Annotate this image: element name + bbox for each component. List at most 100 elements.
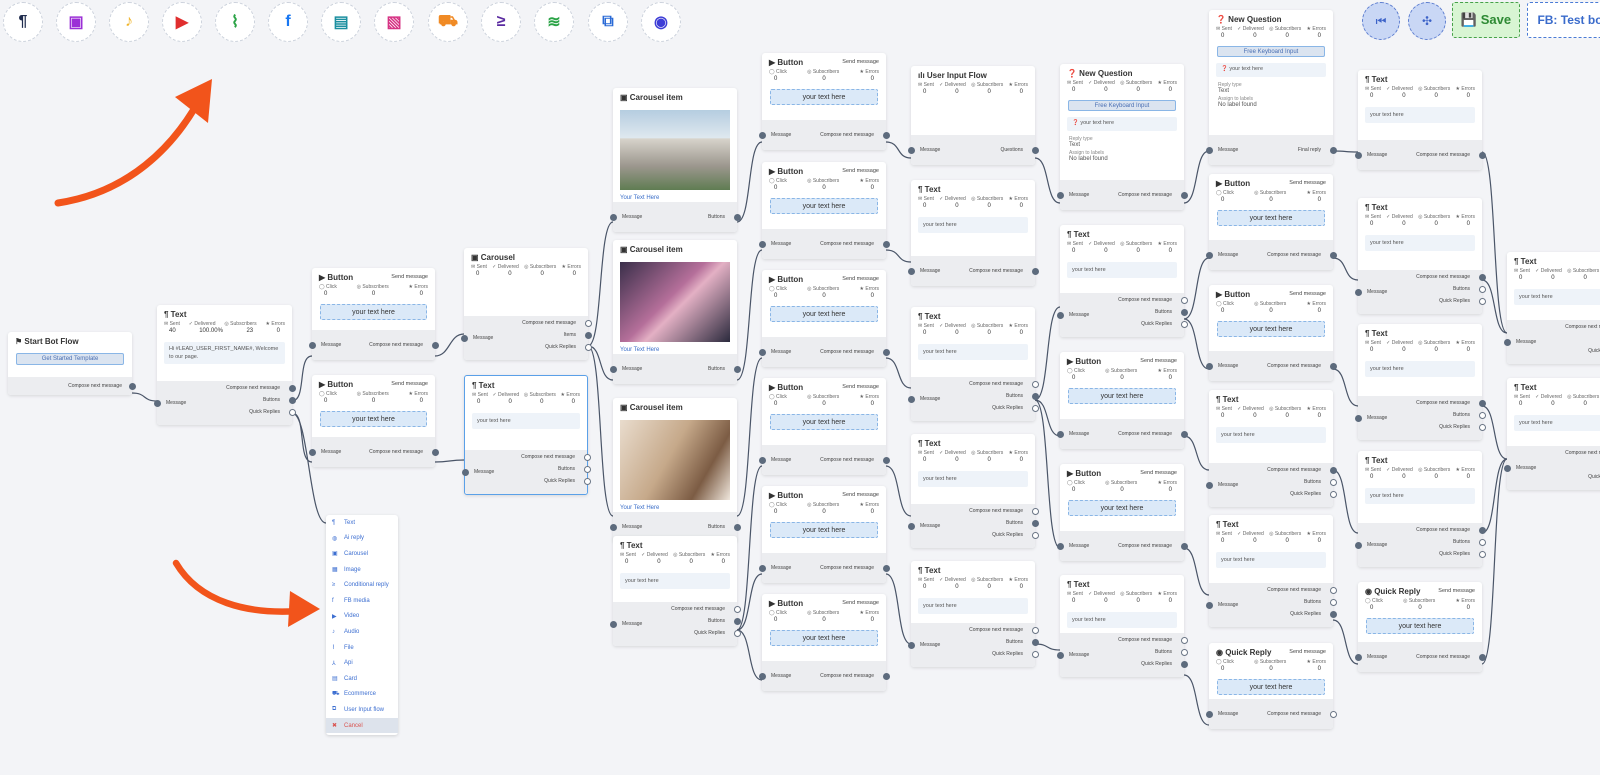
button-chip[interactable]: your text here [1217, 321, 1325, 337]
input-port[interactable] [1354, 151, 1362, 159]
output-port[interactable] [1031, 650, 1039, 658]
text-node[interactable]: ¶ Text✉ Sent✓ Delivered◎ Subscribers★ Er… [1205, 390, 1337, 507]
text-node[interactable]: ¶ Text✉ Sent✓ Delivered◎ Subscribers★ Er… [907, 180, 1039, 286]
output-port[interactable] [1031, 404, 1039, 412]
start-node[interactable]: ⚑ Start Bot Flow Get Started Template Comp… [8, 332, 136, 395]
output-port[interactable] [584, 331, 592, 339]
output-port[interactable] [584, 343, 592, 351]
toolbar-button[interactable]: ⌇ [215, 2, 255, 42]
output-port[interactable] [288, 396, 296, 404]
button-chip[interactable]: your text here [1217, 210, 1325, 226]
output-port[interactable] [733, 213, 741, 221]
text-node[interactable]: ¶ Text✉ Sent✓ Delivered◎ Subscribers★ Er… [153, 305, 296, 425]
input-port[interactable] [609, 620, 617, 628]
ci-node[interactable]: ▣ Carousel item Message Buttons Your Text H… [609, 398, 741, 542]
toolbar-button[interactable]: ≥ [481, 2, 521, 42]
output-port[interactable] [1478, 285, 1486, 293]
output-port[interactable] [1478, 399, 1486, 407]
output-port[interactable] [1329, 586, 1337, 594]
ci-node[interactable]: ▣ Carousel item Message Buttons Your Text H… [609, 240, 741, 384]
free-keyboard-button[interactable]: Free Keyboard Input [1068, 100, 1176, 111]
input-port[interactable] [609, 365, 617, 373]
text-node[interactable]: ¶ Text✉ Sent✓ Delivered◎ Subscribers★ Er… [609, 536, 741, 646]
bot-selector[interactable]: FB: Test bot [1527, 2, 1600, 38]
input-port[interactable] [1354, 414, 1362, 422]
button-node[interactable]: ▶ Button Send message ◯ Click ◎ Subscribers… [758, 594, 890, 691]
center-view-button[interactable]: ✣ [1408, 2, 1446, 40]
ui-node[interactable]: ılı User Input Flow ✉ Sent ✓ Delivered ◎ Su… [907, 66, 1039, 165]
output-port[interactable] [1031, 392, 1039, 400]
output-port[interactable] [1031, 380, 1039, 388]
input-port[interactable] [907, 146, 915, 154]
output-port[interactable] [1180, 320, 1188, 328]
output-port[interactable] [1180, 660, 1188, 668]
menu-item-conditional-reply[interactable]: ≥ Conditional reply [326, 577, 398, 593]
output-port[interactable] [1329, 598, 1337, 606]
output-port[interactable] [1031, 626, 1039, 634]
text-node[interactable]: ¶ Text✉ Sent✓ Delivered◎ Subscribers★ Er… [1503, 378, 1600, 490]
menu-item-audio[interactable]: ♪ Audio [326, 624, 398, 640]
input-port[interactable] [609, 523, 617, 531]
input-port[interactable] [1205, 710, 1213, 718]
text-node[interactable]: ¶ Text✉ Sent✓ Delivered◎ Subscribers★ Er… [461, 375, 591, 495]
input-port[interactable] [1205, 146, 1213, 154]
output-port[interactable] [1180, 648, 1188, 656]
button-chip[interactable]: your text here [770, 306, 878, 322]
get-started-button[interactable]: Get Started Template [16, 353, 124, 365]
output-port[interactable] [1478, 653, 1486, 661]
button-node[interactable]: ▶ Button Send message ◯ Click ◎ Subscribers… [758, 270, 890, 367]
text-node[interactable]: ¶ Text✉ Sent✓ Delivered◎ Subscribers★ Er… [1503, 252, 1600, 364]
ci-node[interactable]: ▣ Carousel item Message Buttons Your Text H… [609, 88, 741, 232]
toolbar-button[interactable]: f [268, 2, 308, 42]
output-port[interactable] [1180, 542, 1188, 550]
nq-node[interactable]: ❓ New Question ✉ Sent ✓ Delivered ◎ Subscri… [1056, 64, 1188, 210]
input-port[interactable] [758, 456, 766, 464]
output-port[interactable] [1329, 362, 1337, 370]
menu-item-image[interactable]: ▦ Image [326, 562, 398, 578]
menu-item-user-input-flow[interactable]: ⧉ User Input flow [326, 702, 398, 718]
button-node[interactable]: ▶ Button Send message ◯ Click ◎ Subscribers… [758, 162, 890, 259]
button-node[interactable]: ▶ Button Send message ◯ Click ◎ Subscribers… [758, 486, 890, 583]
output-port[interactable] [1329, 490, 1337, 498]
menu-item-carousel[interactable]: ▣ Carousel [326, 546, 398, 562]
text-node[interactable]: ¶ Text✉ Sent✓ Delivered◎ Subscribers★ Er… [1354, 451, 1486, 567]
menu-item-ecommerce[interactable]: ⛟ Ecommerce [326, 687, 398, 703]
output-port[interactable] [288, 384, 296, 392]
input-port[interactable] [1056, 191, 1064, 199]
button-node[interactable]: ▶ Button Send message ◯ Click ◎ Subscribers… [1056, 464, 1188, 561]
output-port[interactable] [1478, 297, 1486, 305]
input-port[interactable] [1205, 251, 1213, 259]
input-port[interactable] [1354, 541, 1362, 549]
button-chip[interactable]: your text here [1068, 388, 1176, 404]
output-port[interactable] [1180, 296, 1188, 304]
button-chip[interactable]: your text here [770, 198, 878, 214]
input-port[interactable] [758, 240, 766, 248]
output-port[interactable] [128, 382, 136, 390]
toolbar-button[interactable]: ▧ [374, 2, 414, 42]
output-port[interactable] [584, 319, 592, 327]
input-port[interactable] [1056, 430, 1064, 438]
text-node[interactable]: ¶ Text✉ Sent✓ Delivered◎ Subscribers★ Er… [1205, 515, 1337, 627]
quick-node[interactable]: ◉ Quick Reply Send message ◯ Click ◎ Subscr… [1354, 582, 1486, 672]
button-chip[interactable]: your text here [320, 304, 427, 320]
output-port[interactable] [1031, 146, 1039, 154]
output-port[interactable] [882, 672, 890, 680]
toolbar-button[interactable]: ⧉ [588, 2, 628, 42]
button-chip[interactable]: your text here [770, 522, 878, 538]
input-port[interactable] [1205, 601, 1213, 609]
output-port[interactable] [1478, 151, 1486, 159]
output-port[interactable] [288, 408, 296, 416]
toolbar-button[interactable]: ▣ [56, 2, 96, 42]
toolbar-button[interactable]: ◉ [641, 2, 681, 42]
output-port[interactable] [1478, 550, 1486, 558]
output-port[interactable] [1031, 267, 1039, 275]
output-port[interactable] [1329, 146, 1337, 154]
output-port[interactable] [1031, 531, 1039, 539]
input-port[interactable] [1205, 362, 1213, 370]
output-port[interactable] [733, 629, 741, 637]
text-node[interactable]: ¶ Text✉ Sent✓ Delivered◎ Subscribers★ Er… [1354, 198, 1486, 314]
input-port[interactable] [907, 267, 915, 275]
output-port[interactable] [1478, 273, 1486, 281]
menu-item-card[interactable]: ▤ Card [326, 671, 398, 687]
toolbar-button[interactable]: ▤ [321, 2, 361, 42]
